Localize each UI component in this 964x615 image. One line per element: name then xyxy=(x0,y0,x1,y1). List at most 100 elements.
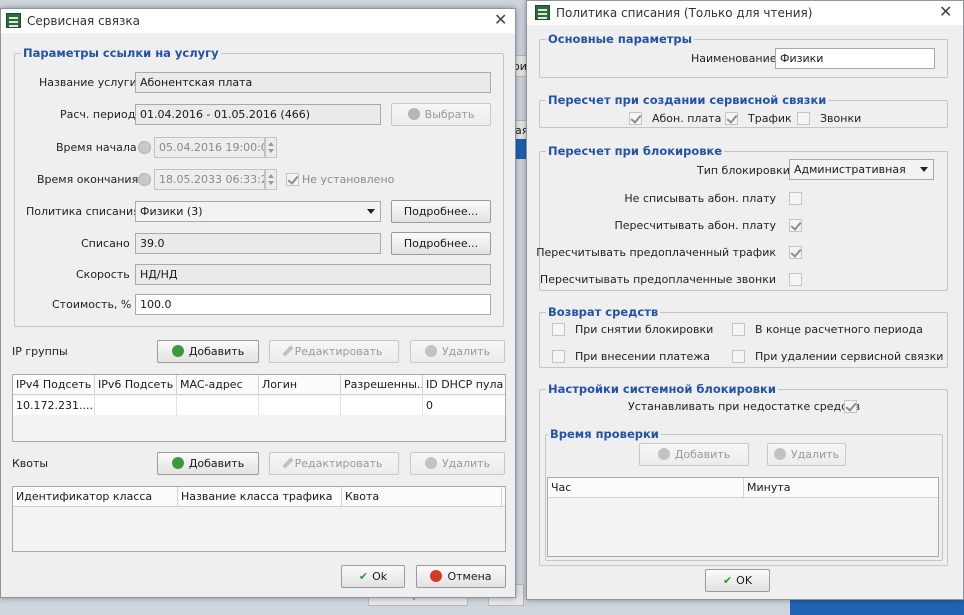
quota-delete-label: Удалить xyxy=(441,457,491,470)
refund-checkbox[interactable] xyxy=(552,350,565,363)
policy-details-button[interactable]: Подробнее... xyxy=(391,200,491,223)
column-header[interactable]: Разрешенны... xyxy=(341,375,423,395)
subscription-fee-checkbox[interactable] xyxy=(629,112,642,125)
ip-delete-label: Удалить xyxy=(441,345,491,358)
column-header[interactable]: MAC-адрес xyxy=(177,375,259,395)
service-name-label: Название услуги xyxy=(39,76,137,89)
add-icon xyxy=(657,448,670,460)
block-option-checkbox[interactable] xyxy=(789,273,802,286)
insufficient-funds-checkbox[interactable] xyxy=(844,400,857,413)
quotas-label: Квоты xyxy=(12,457,49,470)
start-time-toggle[interactable] xyxy=(138,141,151,154)
column-header[interactable]: Логин xyxy=(259,375,341,395)
traffic-checkbox[interactable] xyxy=(725,112,738,125)
column-header[interactable]: ID DHCP пула xyxy=(423,375,505,395)
column-header[interactable]: IPv4 Подсеть xyxy=(13,375,95,395)
ip-edit-button[interactable]: Редактировать xyxy=(269,340,399,363)
end-time-toggle[interactable] xyxy=(138,173,151,186)
refund-checkbox[interactable] xyxy=(732,323,745,336)
check-time-delete-button[interactable]: Удалить xyxy=(767,443,846,466)
service-link-window: Сервисная связка ✕ Параметры ссылки на у… xyxy=(0,8,516,598)
quota-add-button[interactable]: Добавить xyxy=(157,452,259,475)
quota-edit-label: Редактировать xyxy=(294,457,383,470)
column-header[interactable]: Идентификатор класса xyxy=(13,487,178,507)
table-cell: 0 xyxy=(426,399,433,412)
start-time-spinner[interactable] xyxy=(265,137,277,158)
written-off-details-button[interactable]: Подробнее... xyxy=(391,232,491,255)
table-row[interactable]: 10.172.231.... 0 xyxy=(13,396,505,415)
close-icon[interactable]: ✕ xyxy=(494,12,507,28)
refund-label: При удалении сервисной связки xyxy=(755,350,944,363)
pencil-icon xyxy=(281,457,294,469)
ip-groups-table[interactable]: IPv4 Подсеть IPv6 Подсеть MAC-адрес Логи… xyxy=(12,374,506,442)
column-header[interactable]: Минута xyxy=(744,478,938,498)
quotas-table[interactable]: Идентификатор класса Название класса тра… xyxy=(12,486,506,552)
group-title: Возврат средств xyxy=(546,305,661,319)
start-time-field[interactable]: 05.04.2016 19:00:00 xyxy=(154,137,265,158)
service-params-group: Параметры ссылки на услугу xyxy=(14,46,504,327)
check-time-table[interactable]: Час Минута xyxy=(547,477,939,557)
block-option-checkbox[interactable] xyxy=(789,246,802,259)
speed-field[interactable]: НД/НД xyxy=(135,264,491,285)
policy-name-field[interactable]: Физики xyxy=(775,48,935,69)
end-time-field[interactable]: 18.05.2033 06:33:20 xyxy=(154,169,265,190)
ip-groups-label: IP группы xyxy=(12,345,68,358)
period-label: Расч. период xyxy=(60,108,136,121)
ip-edit-label: Редактировать xyxy=(294,345,383,358)
policy-window: Политика списания (Только для чтения) ✕ … xyxy=(526,0,964,600)
period-field[interactable]: 01.04.2016 - 01.05.2016 (466) xyxy=(135,104,381,125)
policy-label: Политика списания xyxy=(26,205,140,218)
select-button[interactable]: Выбрать xyxy=(391,103,491,126)
check-time-add-button[interactable]: Добавить xyxy=(639,443,749,466)
gear-icon xyxy=(407,108,420,120)
title-bar: Политика списания (Только для чтения) ✕ xyxy=(527,1,963,25)
ip-add-button[interactable]: Добавить xyxy=(157,340,259,363)
quota-delete-button[interactable]: Удалить xyxy=(410,452,505,475)
column-header[interactable]: Час xyxy=(548,478,744,498)
column-header[interactable]: Название класса трафика xyxy=(178,487,342,507)
group-title: Пересчет при блокировке xyxy=(546,144,725,158)
delete-icon xyxy=(424,457,437,469)
end-time-spinner[interactable] xyxy=(265,169,277,190)
window-title: Политика списания (Только для чтения) xyxy=(556,6,813,20)
service-name-field[interactable]: Абонентская плата xyxy=(135,72,491,93)
policy-ok-label: OK xyxy=(736,574,753,587)
window-title: Сервисная связка xyxy=(27,14,140,28)
refund-checkbox[interactable] xyxy=(552,323,565,336)
start-time-label: Время начала xyxy=(56,141,137,154)
close-icon[interactable]: ✕ xyxy=(939,4,952,20)
not-set-label: Не установлено xyxy=(302,173,395,186)
policy-select[interactable]: Физики (3) xyxy=(135,201,381,222)
table-header: Идентификатор класса Название класса тра… xyxy=(13,487,505,507)
not-set-checkbox[interactable] xyxy=(286,173,299,186)
written-off-field[interactable]: 39.0 xyxy=(135,233,381,254)
cost-label: Стоимость, % xyxy=(52,298,132,311)
traffic-label: Трафик xyxy=(748,112,792,125)
group-title: Основные параметры xyxy=(546,32,695,46)
end-time-label: Время окончания xyxy=(37,173,139,186)
block-option-checkbox[interactable] xyxy=(789,219,802,232)
check-icon: ✔ xyxy=(722,574,733,587)
column-header[interactable]: Квота xyxy=(342,487,502,507)
column-header[interactable]: IPv6 Подсеть xyxy=(95,375,177,395)
add-icon xyxy=(171,345,184,357)
ok-button[interactable]: ✔ Ok xyxy=(341,565,405,588)
refund-checkbox[interactable] xyxy=(732,350,745,363)
table-header: IPv4 Подсеть IPv6 Подсеть MAC-адрес Логи… xyxy=(13,375,505,395)
table-cell xyxy=(259,396,341,415)
refund-label: В конце расчетного периода xyxy=(755,323,923,336)
cancel-label: Отмена xyxy=(447,570,492,583)
pencil-icon xyxy=(281,345,294,357)
quota-edit-button[interactable]: Редактировать xyxy=(269,452,399,475)
cost-field[interactable]: 100.0 xyxy=(135,294,491,315)
policy-ok-button[interactable]: ✔ OK xyxy=(705,569,770,592)
check-time-delete-label: Удалить xyxy=(790,448,840,461)
ip-delete-button[interactable]: Удалить xyxy=(410,340,505,363)
refund-label: При внесении платежа xyxy=(575,350,710,363)
check-icon: ✔ xyxy=(358,570,369,583)
block-option-checkbox[interactable] xyxy=(789,192,802,205)
block-type-select[interactable]: Административная xyxy=(789,159,934,180)
select-button-label: Выбрать xyxy=(424,108,475,121)
cancel-button[interactable]: Отмена xyxy=(416,565,506,588)
calls-checkbox[interactable] xyxy=(797,112,810,125)
